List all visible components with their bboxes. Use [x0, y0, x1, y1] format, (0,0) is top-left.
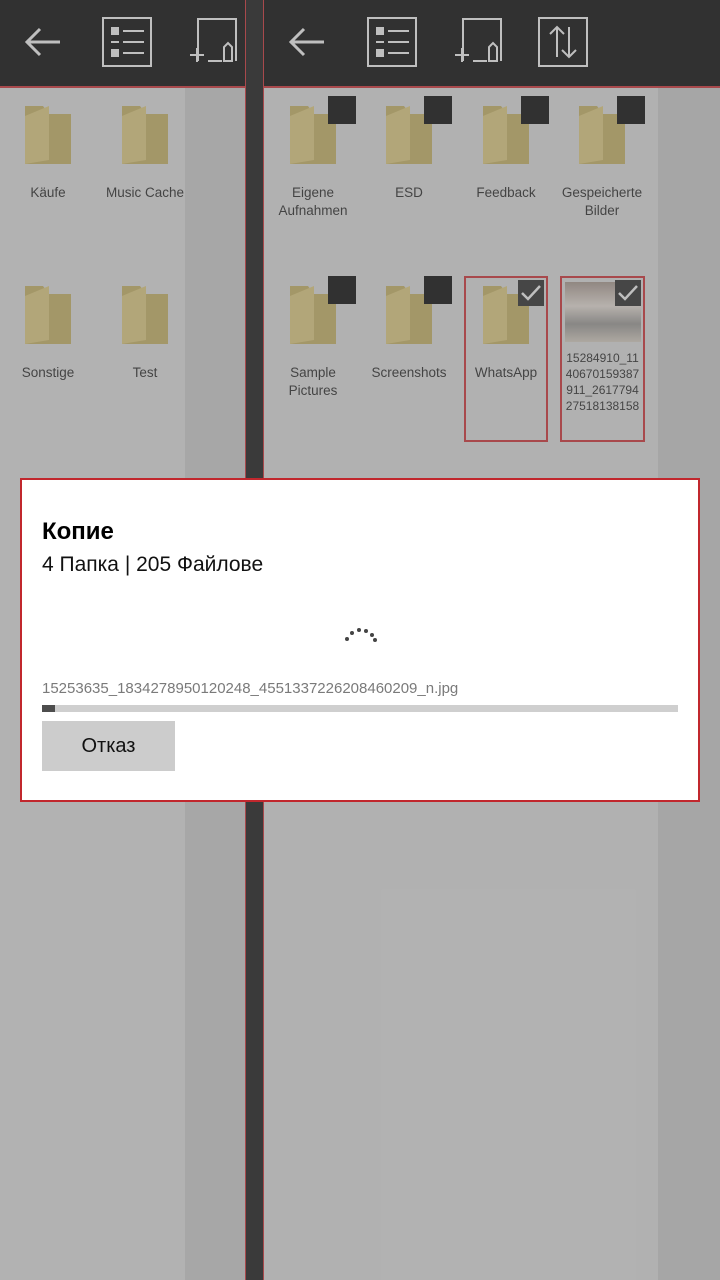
cancel-button[interactable]: Отказ [42, 721, 175, 771]
current-file-name: 15253635_1834278950120248_45513372262084… [42, 680, 459, 697]
copy-progress-bar [42, 705, 678, 712]
copy-progress-dialog: Копие 4 Папка | 205 Файлове 15253635_183… [20, 478, 700, 802]
progress-fill [42, 705, 55, 712]
loading-spinner-icon [345, 628, 377, 642]
dialog-title: Копие [42, 518, 114, 545]
dialog-summary: 4 Папка | 205 Файлове [42, 553, 264, 576]
